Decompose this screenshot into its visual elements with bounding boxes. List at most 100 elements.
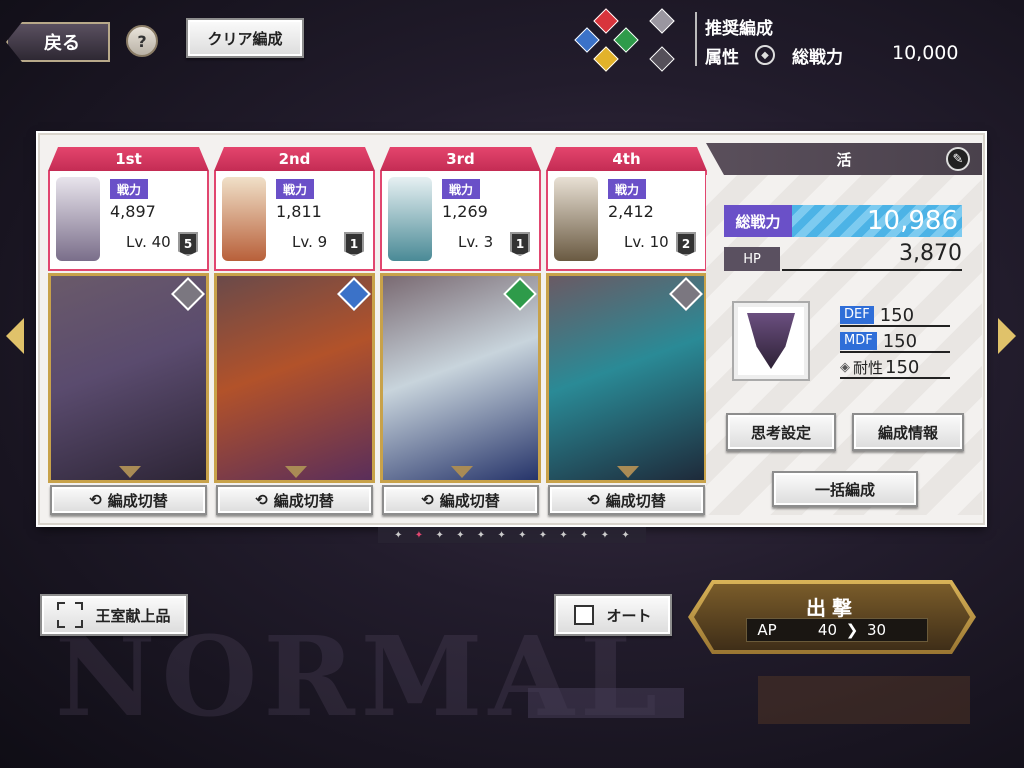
slot-info: 戦力 4,897 Lv. 40 5	[48, 171, 209, 271]
divider	[695, 12, 697, 66]
switch-label: 編成切替	[273, 491, 334, 510]
background-panel	[528, 688, 684, 718]
rank-badge: 5	[178, 232, 198, 256]
help-button[interactable]: ?	[126, 25, 158, 57]
character-chibi	[554, 177, 598, 261]
character-card[interactable]	[214, 273, 375, 483]
light-element-icon	[649, 8, 675, 34]
page-dot[interactable]: ✦	[394, 530, 402, 541]
slot-position-label: 3rd	[380, 147, 541, 171]
hp-label: HP	[724, 247, 780, 271]
page-dot[interactable]: ✦	[580, 530, 588, 541]
formation-type-header: 活 ✎	[706, 143, 982, 175]
power-tag: 戦力	[442, 179, 480, 199]
mdf-value: 150	[882, 330, 918, 352]
page-dot[interactable]: ✦	[601, 530, 609, 541]
page-dot[interactable]: ✦	[435, 530, 443, 541]
sortie-label: 出撃	[806, 596, 858, 620]
character-card[interactable]	[380, 273, 541, 483]
switch-label: 編成切替	[439, 491, 500, 510]
power-tag: 戦力	[608, 179, 646, 199]
power-value: 1,269	[442, 202, 488, 221]
switch-formation-button[interactable]: ⟲ 編成切替	[382, 485, 539, 515]
auto-toggle[interactable]: オート	[554, 594, 672, 636]
rank-badge: 2	[676, 232, 696, 256]
formation-type-label: 活	[836, 150, 852, 169]
auto-checkbox[interactable]	[574, 605, 595, 625]
switch-icon: ⟲	[89, 491, 102, 509]
switch-icon: ⟲	[587, 491, 600, 509]
clear-formation-button[interactable]: クリア編成	[186, 18, 304, 58]
power-tag: 戦力	[276, 179, 314, 199]
dark-crest-icon	[747, 313, 795, 369]
party-slot-4[interactable]: 4th 戦力 2,412 Lv. 10 2 ⟲ 編成切替	[546, 147, 707, 515]
hp-value: 3,870	[782, 241, 962, 271]
page-dot[interactable]: ✦	[456, 530, 464, 541]
ap-label: AP	[757, 621, 777, 639]
slot-position-label: 1st	[48, 147, 209, 171]
ap-arrow-icon: ❯	[845, 621, 859, 639]
page-dot[interactable]: ✦	[497, 530, 505, 541]
level-value: Lv. 40	[126, 233, 171, 251]
character-chibi	[388, 177, 432, 261]
total-power-value: 10,986	[792, 205, 962, 237]
page-dot[interactable]: ✦	[621, 530, 629, 541]
page-dot[interactable]: ✦	[477, 530, 485, 541]
recommended-formation-title: 推奨編成	[705, 19, 773, 39]
slot-info: 戦力 2,412 Lv. 10 2	[546, 171, 707, 271]
party-slot-3[interactable]: 3rd 戦力 1,269 Lv. 3 1 ⟲ 編成切替	[380, 147, 541, 515]
page-dot[interactable]: ✦	[559, 530, 567, 541]
switch-formation-button[interactable]: ⟲ 編成切替	[50, 485, 207, 515]
wind-element-icon	[613, 27, 639, 53]
page-dot[interactable]: ✦	[415, 530, 423, 541]
level-value: Lv. 3	[458, 233, 494, 251]
previous-page-arrow[interactable]	[6, 318, 24, 354]
dark-element-icon	[649, 46, 675, 72]
mdf-stat: MDF 150	[840, 331, 950, 353]
page-dot[interactable]: ✦	[539, 530, 547, 541]
power-value: 1,811	[276, 202, 322, 221]
level-value: Lv. 10	[624, 233, 669, 251]
sortie-button-face: 出撃 AP 40 ❯ 30	[694, 584, 970, 650]
power-value: 4,897	[110, 202, 156, 221]
slot-info: 戦力 1,269 Lv. 3 1	[380, 171, 541, 271]
character-card[interactable]	[48, 273, 209, 483]
slot-position-label: 4th	[546, 147, 707, 171]
bulk-formation-button[interactable]: 一括編成	[772, 471, 918, 507]
switch-label: 編成切替	[107, 491, 168, 510]
page-dot[interactable]: ✦	[518, 530, 526, 541]
slot-info: 戦力 1,811 Lv. 9 1	[214, 171, 375, 271]
rank-badge: 1	[344, 232, 364, 256]
back-button[interactable]: 戻る	[6, 22, 110, 62]
level-value: Lv. 9	[292, 233, 328, 251]
formation-info-button[interactable]: 編成情報	[852, 413, 964, 451]
recommended-power-label: 総戦力	[792, 48, 843, 68]
party-slot-2[interactable]: 2nd 戦力 1,811 Lv. 9 1 ⟲ 編成切替	[214, 147, 375, 515]
formation-emblem[interactable]	[732, 301, 810, 381]
auto-label: オート	[606, 606, 652, 625]
royal-offering-button[interactable]: 王室献上品	[40, 594, 188, 636]
recommended-power-value: 10,000	[892, 42, 959, 64]
sortie-button[interactable]: 出撃 AP 40 ❯ 30	[688, 580, 976, 654]
power-value: 2,412	[608, 202, 654, 221]
party-slot-1[interactable]: 1st 戦力 4,897 Lv. 40 5 ⟲ 編成切替	[48, 147, 209, 515]
switch-icon: ⟲	[421, 491, 434, 509]
rank-badge: 1	[510, 232, 530, 256]
background-panel-gold	[758, 676, 970, 724]
recommended-attribute-label: 属性	[705, 48, 739, 68]
page-indicator: ✦ ✦ ✦ ✦ ✦ ✦ ✦ ✦ ✦ ✦ ✦ ✦	[378, 527, 646, 543]
formation-panel: 1st 戦力 4,897 Lv. 40 5 ⟲ 編成切替 2nd 戦力 1,81…	[38, 133, 985, 525]
think-settings-button[interactable]: 思考設定	[726, 413, 836, 451]
resist-value: 150	[885, 356, 920, 378]
total-power-label: 総戦力	[724, 205, 792, 237]
switch-formation-button[interactable]: ⟲ 編成切替	[216, 485, 373, 515]
mdf-label: MDF	[840, 332, 877, 350]
def-label: DEF	[840, 306, 874, 324]
next-page-arrow[interactable]	[998, 318, 1016, 354]
switch-label: 編成切替	[605, 491, 666, 510]
character-chibi	[222, 177, 266, 261]
character-card[interactable]	[546, 273, 707, 483]
edit-pen-icon[interactable]: ✎	[946, 147, 970, 171]
ap-after: 30	[867, 621, 887, 639]
switch-formation-button[interactable]: ⟲ 編成切替	[548, 485, 705, 515]
